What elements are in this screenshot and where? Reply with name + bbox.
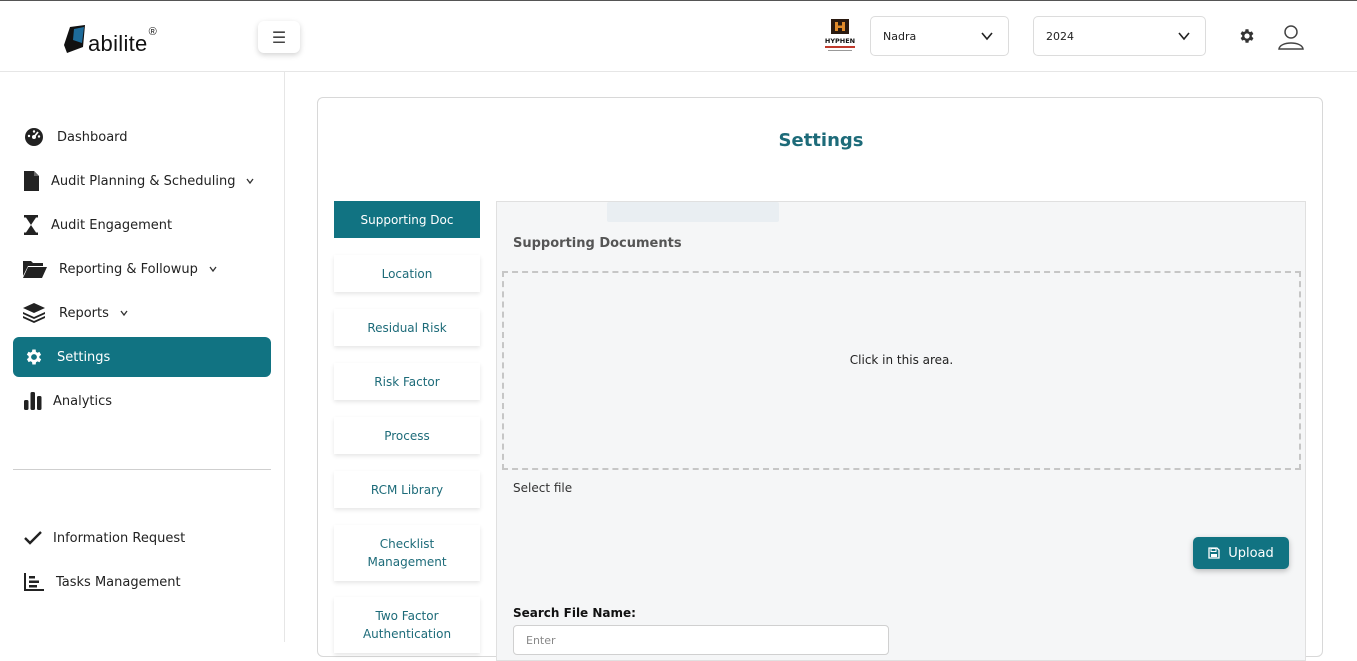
tab-risk-factor[interactable]: Risk Factor <box>334 363 480 400</box>
sidebar-item-tasks-management[interactable]: Tasks Management <box>13 562 271 602</box>
sidebar-item-label: Settings <box>57 349 111 365</box>
folder-open-icon <box>23 258 47 280</box>
user-icon[interactable] <box>1277 23 1305 51</box>
sidebar-item-label: Audit Planning & Scheduling <box>51 173 236 189</box>
sidebar-item-label: Tasks Management <box>56 574 181 590</box>
save-icon <box>1208 547 1220 559</box>
layers-icon <box>23 302 45 324</box>
sidebar-item-dashboard[interactable]: Dashboard <box>13 117 271 157</box>
sidebar-item-reporting[interactable]: Reporting & Followup <box>13 249 271 289</box>
gear-icon[interactable] <box>1238 27 1256 45</box>
sidebar-item-reports[interactable]: Reports <box>13 293 271 333</box>
sidebar-item-label: Audit Engagement <box>51 217 173 233</box>
dashboard-icon <box>23 126 45 148</box>
tab-residual-risk[interactable]: Residual Risk <box>334 309 480 346</box>
hyphen-brand-logo: HYPHEN <box>825 19 855 51</box>
chevron-down-icon <box>119 308 129 318</box>
faded-overlay <box>607 202 779 222</box>
logo-text: abilite <box>88 31 148 56</box>
company-select[interactable]: Nadra <box>870 16 1009 56</box>
chevron-down-icon <box>245 176 255 186</box>
chevron-down-icon <box>981 32 993 41</box>
company-select-value: Nadra <box>883 29 917 43</box>
sidebar-item-audit-planning[interactable]: Audit Planning & Scheduling <box>13 161 271 201</box>
sidebar-item-label: Information Request <box>53 530 186 546</box>
logo-registered-mark: ® <box>148 26 157 38</box>
sidebar-item-label: Dashboard <box>57 129 128 145</box>
tasks-chart-icon <box>23 571 45 593</box>
chevron-down-icon <box>208 264 218 274</box>
sidebar-item-label: Reporting & Followup <box>59 261 198 277</box>
panel-title: Supporting Documents <box>513 236 682 251</box>
search-file-name-input[interactable] <box>513 625 889 655</box>
tab-process[interactable]: Process <box>334 417 480 454</box>
file-icon <box>23 170 39 192</box>
upload-button-label: Upload <box>1228 545 1274 561</box>
chevron-down-icon <box>1178 32 1190 41</box>
gear-icon <box>23 346 45 368</box>
brand-logo-text: HYPHEN <box>825 37 855 45</box>
tab-checklist-management[interactable]: Checklist Management <box>334 525 480 581</box>
top-header: abilite ® ☰ HYPHEN Nadra 2024 <box>0 1 1357 72</box>
year-select-value: 2024 <box>1046 29 1074 43</box>
year-select[interactable]: 2024 <box>1033 16 1206 56</box>
file-dropzone[interactable]: Click in this area. <box>502 271 1301 470</box>
settings-card: Settings Supporting Doc Location Residua… <box>317 97 1323 661</box>
select-file-label: Select file <box>513 481 573 495</box>
tab-supporting-doc[interactable]: Supporting Doc <box>334 201 480 238</box>
tab-location[interactable]: Location <box>334 255 480 292</box>
sidebar-item-label: Analytics <box>53 393 113 409</box>
supporting-documents-panel: Supporting Documents Click in this area.… <box>496 201 1306 661</box>
sidebar-divider <box>13 469 271 470</box>
abilite-logo[interactable]: abilite ® <box>64 19 157 55</box>
bar-chart-icon <box>23 390 43 412</box>
search-file-name-label: Search File Name: <box>513 606 636 620</box>
check-icon <box>23 527 43 549</box>
dropzone-text: Click in this area. <box>849 353 954 367</box>
sidebar-item-audit-engagement[interactable]: Audit Engagement <box>13 205 271 245</box>
sidebar-item-settings[interactable]: Settings <box>13 337 271 377</box>
sidebar-item-analytics[interactable]: Analytics <box>13 381 271 421</box>
tab-rcm-library[interactable]: RCM Library <box>334 471 480 508</box>
tab-two-factor-authentication[interactable]: Two Factor Authentication <box>334 597 480 653</box>
sidebar-item-information-request[interactable]: Information Request <box>13 518 271 558</box>
logo-mark-icon <box>64 25 85 53</box>
sidebar: Dashboard Audit Planning & Scheduling Au… <box>0 72 285 642</box>
upload-button[interactable]: Upload <box>1193 537 1289 569</box>
page-title: Settings <box>778 130 864 151</box>
hamburger-icon: ☰ <box>271 27 287 47</box>
sidebar-toggle-button[interactable]: ☰ <box>258 21 300 53</box>
sidebar-item-label: Reports <box>59 305 109 321</box>
hourglass-icon <box>23 214 39 236</box>
